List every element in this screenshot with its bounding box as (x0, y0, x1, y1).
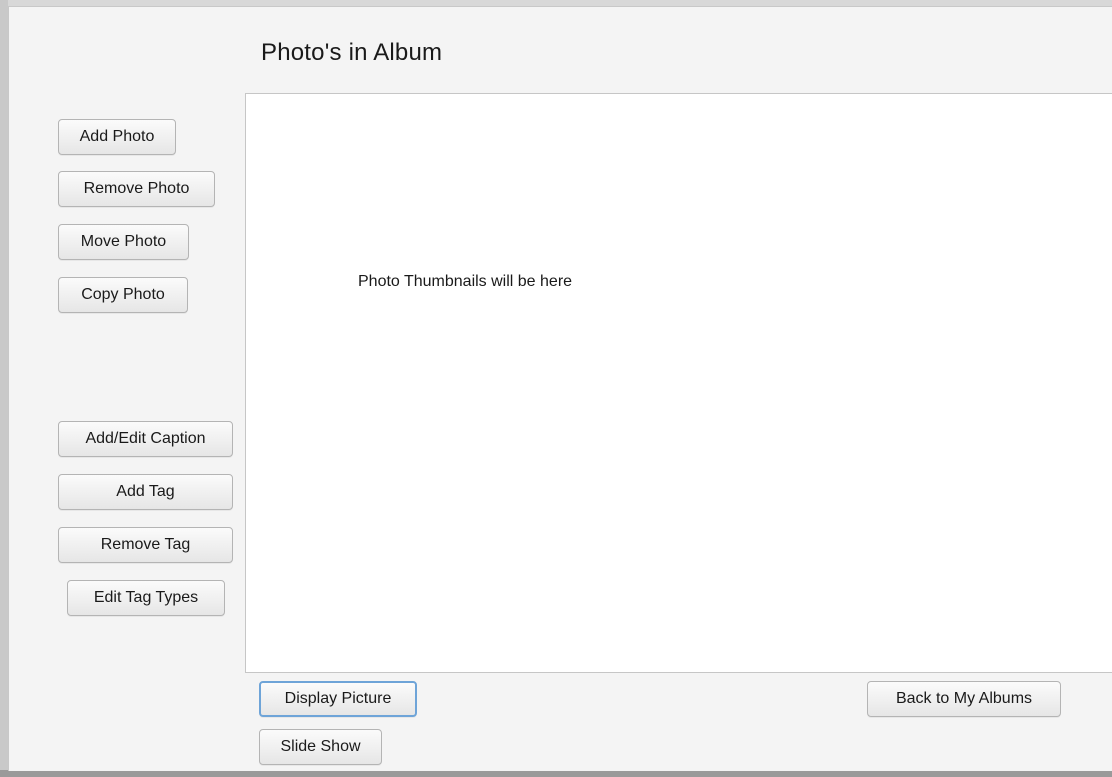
remove-tag-button[interactable]: Remove Tag (58, 527, 233, 563)
slide-show-button[interactable]: Slide Show (259, 729, 382, 765)
thumbnails-placeholder-text: Photo Thumbnails will be here (358, 273, 573, 290)
edit-tag-types-button[interactable]: Edit Tag Types (67, 580, 225, 616)
album-window: Photo's in Album Add Photo Remove Photo … (8, 6, 1112, 771)
add-edit-caption-button[interactable]: Add/Edit Caption (58, 421, 233, 457)
photo-thumbnails-area[interactable]: Photo Thumbnails will be here (245, 93, 1112, 673)
back-to-my-albums-button[interactable]: Back to My Albums (867, 681, 1061, 717)
page-title: Photo's in Album (261, 39, 443, 66)
copy-photo-button[interactable]: Copy Photo (58, 277, 188, 313)
add-tag-button[interactable]: Add Tag (58, 474, 233, 510)
add-photo-button[interactable]: Add Photo (58, 119, 176, 155)
display-picture-button[interactable]: Display Picture (259, 681, 417, 717)
background-window-bottom (0, 770, 1112, 777)
remove-photo-button[interactable]: Remove Photo (58, 171, 215, 207)
background-window-edge (0, 0, 8, 777)
move-photo-button[interactable]: Move Photo (58, 224, 189, 260)
